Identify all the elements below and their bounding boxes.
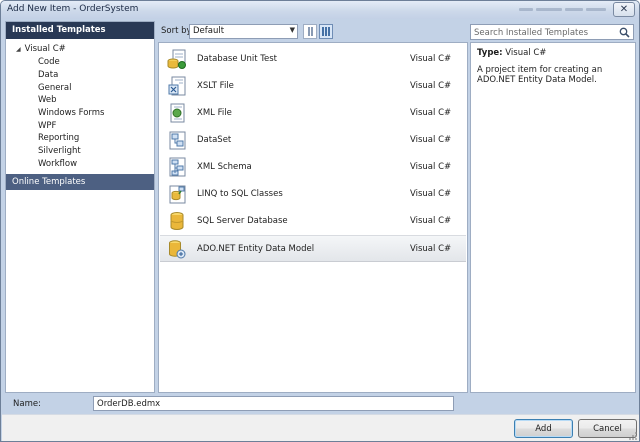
template-list: Database Unit Test Visual C# XSLT File V…: [158, 42, 468, 393]
template-language: Visual C#: [410, 244, 452, 254]
tree-item-data[interactable]: Data: [38, 69, 58, 81]
name-label: Name:: [13, 399, 41, 409]
template-language: Visual C#: [410, 81, 452, 91]
template-name: Database Unit Test: [197, 54, 278, 64]
sql-database-icon: [170, 212, 184, 230]
search-icon[interactable]: [619, 27, 630, 38]
template-row-xml-schema[interactable]: XML Schema Visual C#: [160, 154, 466, 181]
template-name: XML Schema: [197, 162, 252, 172]
chevron-down-icon: ▼: [289, 26, 295, 34]
tree-item-windows-forms[interactable]: Windows Forms: [38, 107, 105, 119]
template-row-sql-server-database[interactable]: SQL Server Database Visual C#: [160, 208, 466, 235]
template-name: XML File: [197, 108, 232, 118]
template-categories-panel: Installed Templates ◢ Visual C# Code Dat…: [5, 21, 155, 393]
sort-toolbar: Sort by: Default ▼: [158, 23, 466, 41]
template-row-ado-net-entity-data-model[interactable]: ADO.NET Entity Data Model Visual C#: [160, 235, 466, 262]
type-label: Type:: [477, 48, 503, 58]
template-language: Visual C#: [410, 135, 452, 145]
tree-item-wpf[interactable]: WPF: [38, 120, 56, 132]
sort-by-value: Default: [193, 26, 225, 36]
close-icon: ✕: [619, 3, 629, 15]
template-name: XSLT File: [197, 81, 234, 91]
add-button[interactable]: Add: [514, 419, 573, 438]
xslt-file-icon: [168, 76, 186, 96]
tree-node-label: Visual C#: [24, 44, 66, 54]
tree-node-visual-csharp[interactable]: ◢ Visual C#: [16, 43, 66, 55]
sort-by-dropdown[interactable]: Default ▼: [189, 24, 298, 39]
template-description: A project item for creating an ADO.NET E…: [477, 65, 603, 85]
tree-item-workflow[interactable]: Workflow: [38, 158, 77, 170]
tree-item-general[interactable]: General: [38, 82, 72, 94]
window-title: Add New Item - OrderSystem: [7, 4, 139, 14]
expand-triangle-icon[interactable]: ◢: [16, 46, 21, 53]
search-input[interactable]: [471, 25, 617, 39]
name-field[interactable]: [93, 396, 454, 411]
database-unit-test-icon: [167, 49, 186, 69]
template-language: Visual C#: [410, 162, 452, 172]
template-row-dataset[interactable]: DataSet Visual C#: [160, 127, 466, 154]
template-name: SQL Server Database: [197, 216, 288, 226]
template-language: Visual C#: [410, 54, 452, 64]
xml-schema-icon: [169, 157, 186, 177]
template-language: Visual C#: [410, 108, 452, 118]
xml-file-icon: [170, 103, 185, 123]
tree-item-code[interactable]: Code: [38, 56, 60, 68]
tree-item-web[interactable]: Web: [38, 94, 57, 106]
resize-grip-icon[interactable]: [628, 431, 638, 441]
template-name: ADO.NET Entity Data Model: [197, 244, 315, 254]
template-row-linq-to-sql-classes[interactable]: LINQ to SQL Classes Visual C#: [160, 181, 466, 208]
entity-data-model-icon: [169, 240, 186, 259]
linq-to-sql-icon: [169, 185, 186, 204]
search-box[interactable]: [470, 24, 634, 40]
close-button[interactable]: ✕: [613, 2, 635, 17]
template-row-xslt-file[interactable]: XSLT File Visual C#: [160, 73, 466, 100]
template-details-panel: Type: Visual C# A project item for creat…: [470, 42, 636, 393]
template-name: DataSet: [197, 135, 232, 145]
dataset-icon: [169, 131, 186, 150]
installed-templates-header[interactable]: Installed Templates: [6, 22, 154, 39]
template-language: Visual C#: [410, 189, 452, 199]
tree-item-silverlight[interactable]: Silverlight: [38, 145, 81, 157]
title-bar[interactable]: Add New Item - OrderSystem ✕: [1, 1, 639, 19]
template-type-line: Type: Visual C#: [477, 48, 546, 58]
template-name: LINQ to SQL Classes: [197, 189, 283, 199]
template-row-xml-file[interactable]: XML File Visual C#: [160, 100, 466, 127]
background-toolbar-ghost: [519, 2, 609, 17]
name-row: Name:: [5, 395, 636, 413]
list-view-icon[interactable]: [319, 24, 333, 39]
button-strip: Add Cancel: [2, 414, 639, 441]
template-row-database-unit-test[interactable]: Database Unit Test Visual C#: [160, 46, 466, 73]
tree-item-reporting[interactable]: Reporting: [38, 132, 79, 144]
online-templates-header[interactable]: Online Templates: [6, 174, 154, 190]
template-language: Visual C#: [410, 216, 452, 226]
type-value: Visual C#: [505, 48, 547, 58]
add-new-item-dialog: Add New Item - OrderSystem ✕ Installed T…: [0, 0, 640, 442]
medium-icons-view-icon[interactable]: [303, 24, 317, 39]
